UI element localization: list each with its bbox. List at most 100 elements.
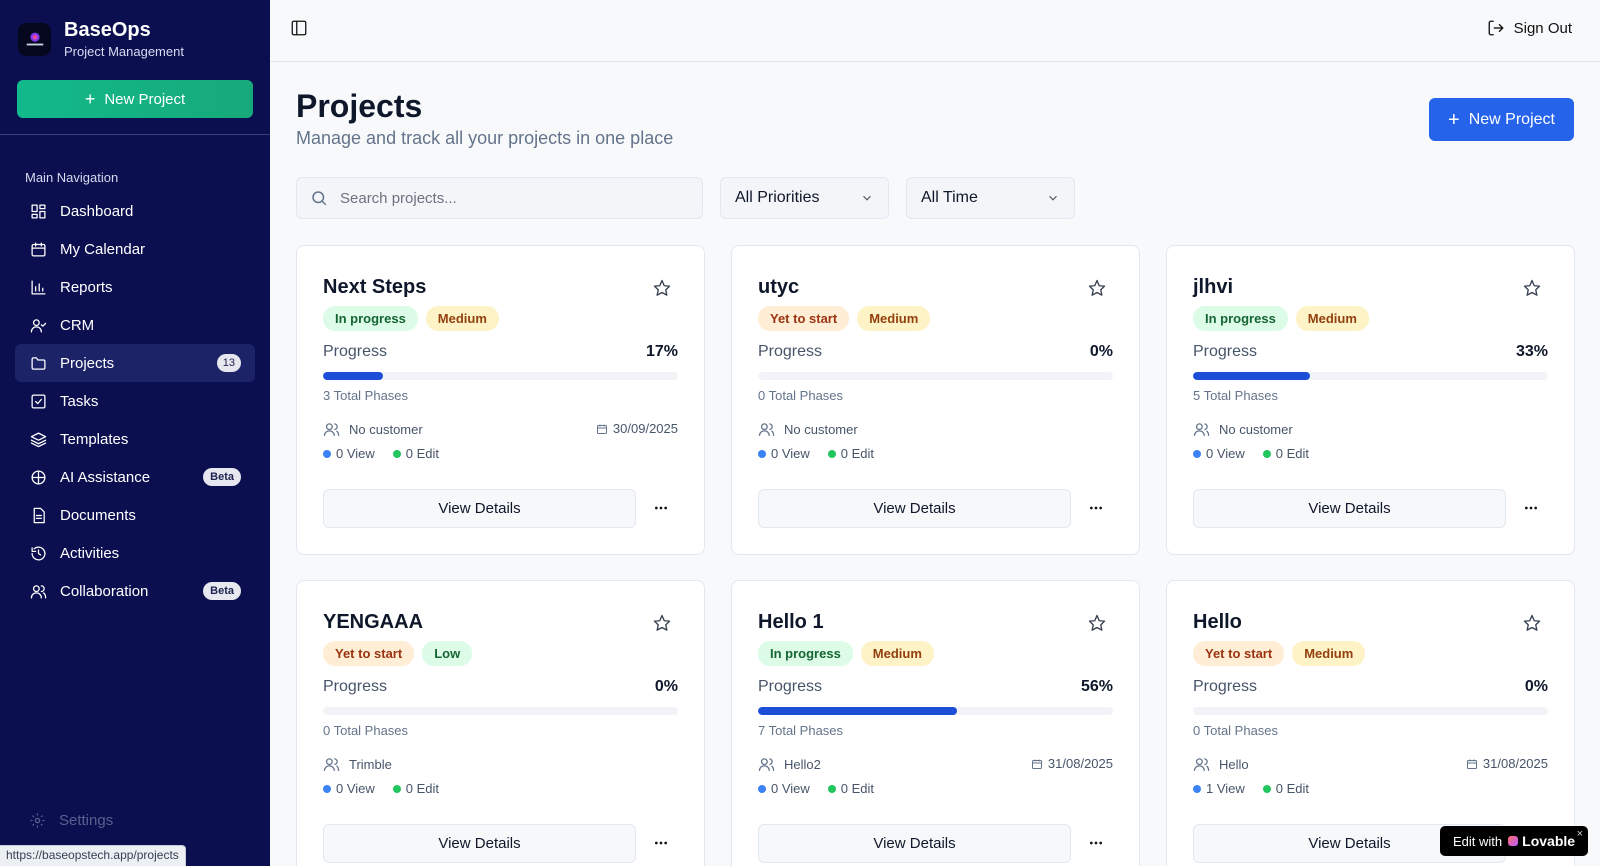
view-details-button[interactable]: View Details [1193, 489, 1506, 528]
edit-count: 0 Edit [405, 446, 440, 461]
view-details-button[interactable]: View Details [758, 824, 1071, 863]
time-filter-select[interactable]: All Time [906, 177, 1075, 219]
sidebar-item-my-calendar[interactable]: My Calendar [15, 230, 255, 268]
more-options-button[interactable] [652, 499, 670, 517]
sidebar-item-templates[interactable]: Templates [15, 420, 255, 458]
customer-info: Hello [1193, 756, 1249, 773]
priority-filter-select[interactable]: All Priorities [720, 177, 889, 219]
sidebar-item-label: Collaboration [60, 582, 149, 600]
project-name[interactable]: Next Steps [323, 276, 426, 299]
edit-permission: 0 Edit [392, 781, 440, 796]
sidebar-item-documents[interactable]: Documents [15, 496, 255, 534]
more-options-button[interactable] [1087, 499, 1105, 517]
green-dot-icon [1262, 784, 1271, 793]
calendar-icon [29, 240, 47, 258]
more-options-button[interactable] [652, 834, 670, 852]
permissions: 0 View 0 Edit [1193, 446, 1327, 461]
project-card[interactable]: YENGAAA Yet to start Low Progress 0% 0 Total … [296, 580, 705, 866]
sidebar-item-label: Dashboard [60, 202, 134, 220]
edit-count: 0 Edit [405, 781, 440, 796]
beta-badge: Beta [203, 468, 241, 486]
view-details-button[interactable]: View Details [323, 489, 636, 528]
view-count: 0 View [771, 781, 810, 796]
brand[interactable]: BaseOps Project Management [0, 0, 270, 62]
sidebar-item-activities[interactable]: Activities [15, 534, 255, 572]
edit-count: 0 Edit [840, 781, 875, 796]
green-dot-icon [1262, 449, 1271, 458]
view-permission: 0 View [1193, 446, 1245, 461]
new-project-button[interactable]: + New Project [1429, 98, 1574, 141]
sidebar-item-label: Tasks [60, 392, 99, 410]
sidebar-item-label: Documents [60, 506, 136, 524]
edit-count: 0 Edit [1275, 781, 1310, 796]
total-phases: 0 Total Phases [323, 723, 409, 738]
users-icon [323, 423, 340, 436]
sidebar-item-ai-assistance[interactable]: AI Assistance Beta [15, 458, 255, 496]
status-badge: In progress [1193, 306, 1288, 331]
sign-out-button[interactable]: Sign Out [1487, 19, 1572, 37]
sidebar-item-tasks[interactable]: Tasks [15, 382, 255, 420]
lovable-heart-icon [1508, 836, 1519, 846]
project-card[interactable]: Hello 1 In progress Medium Progress 56% 7 Tot… [731, 580, 1140, 866]
view-details-button[interactable]: View Details [323, 824, 636, 863]
checkbox-icon [29, 392, 47, 410]
sidebar-item-label: Activities [60, 544, 120, 562]
sidebar-toggle-button[interactable] [290, 19, 308, 37]
close-icon[interactable]: × [1577, 828, 1583, 840]
total-phases: 5 Total Phases [1193, 388, 1279, 403]
customer-info: Hello2 [758, 756, 821, 773]
top-bar: Sign Out [270, 0, 1600, 62]
project-name[interactable]: jlhvi [1193, 276, 1233, 299]
progress-label: Progress [323, 343, 388, 360]
new-project-label: New Project [1468, 110, 1555, 128]
dashboard-icon [29, 202, 47, 220]
project-name[interactable]: Hello 1 [758, 611, 824, 634]
more-options-button[interactable] [1522, 499, 1540, 517]
sidebar-new-project-button[interactable]: + New Project [17, 80, 253, 118]
edit-with-lovable-badge[interactable]: Edit with Lovable × [1440, 826, 1588, 856]
page-title: Projects [296, 88, 423, 124]
project-name[interactable]: YENGAAA [323, 611, 423, 634]
project-card[interactable]: jlhvi In progress Medium Progress 33% 5 Total… [1166, 245, 1575, 555]
favorite-star-button[interactable] [1523, 279, 1541, 297]
favorite-star-button[interactable] [653, 614, 671, 632]
sidebar-item-crm[interactable]: CRM [15, 306, 255, 344]
priority-badge: Medium [860, 641, 934, 666]
favorite-star-button[interactable] [1088, 614, 1106, 632]
project-tags: In progress Medium [1193, 306, 1377, 331]
progress-bar-fill [323, 372, 384, 380]
view-permission: 0 View [758, 781, 810, 796]
progress-label: Progress [758, 678, 823, 695]
more-options-button[interactable] [1087, 834, 1105, 852]
favorite-star-button[interactable] [653, 279, 671, 297]
sidebar-item-collaboration[interactable]: Collaboration Beta [15, 572, 255, 610]
customer-name: Hello [1219, 757, 1249, 772]
calendar-icon [596, 424, 607, 434]
edit-permission: 0 Edit [1262, 781, 1310, 796]
project-name[interactable]: utyc [758, 276, 799, 299]
project-card[interactable]: Next Steps In progress Medium Progress 17% 3 … [296, 245, 705, 555]
sidebar-divider [0, 134, 270, 135]
sidebar-item-label: Templates [60, 430, 129, 448]
sidebar-item-reports[interactable]: Reports [15, 268, 255, 306]
sidebar-item-dashboard[interactable]: Dashboard [15, 192, 255, 230]
project-name[interactable]: Hello [1193, 611, 1242, 634]
main-navigation: Dashboard My Calendar Reports CRM Projec… [15, 192, 255, 610]
view-count: 0 View [1206, 446, 1245, 461]
due-date-text: 30/09/2025 [612, 421, 678, 436]
favorite-star-button[interactable] [1523, 614, 1541, 632]
status-badge: Yet to start [323, 641, 415, 666]
page-subtitle: Manage and track all your projects in on… [296, 128, 674, 148]
view-details-button[interactable]: View Details [758, 489, 1071, 528]
panel-left-icon [291, 20, 307, 36]
favorite-star-button[interactable] [1088, 279, 1106, 297]
project-card[interactable]: utyc Yet to start Medium Progress 0% 0 Total … [731, 245, 1140, 555]
more-horizontal-icon [655, 506, 667, 510]
progress-value: 33% [1515, 343, 1548, 360]
sidebar-item-settings[interactable]: Settings [29, 812, 113, 829]
total-phases: 7 Total Phases [758, 723, 844, 738]
users-icon [323, 758, 340, 771]
sidebar-item-projects[interactable]: Projects 13 [15, 344, 255, 382]
search-input[interactable] [340, 189, 680, 207]
project-card[interactable]: Hello Yet to start Medium Progress 0% 0 Total… [1166, 580, 1575, 866]
